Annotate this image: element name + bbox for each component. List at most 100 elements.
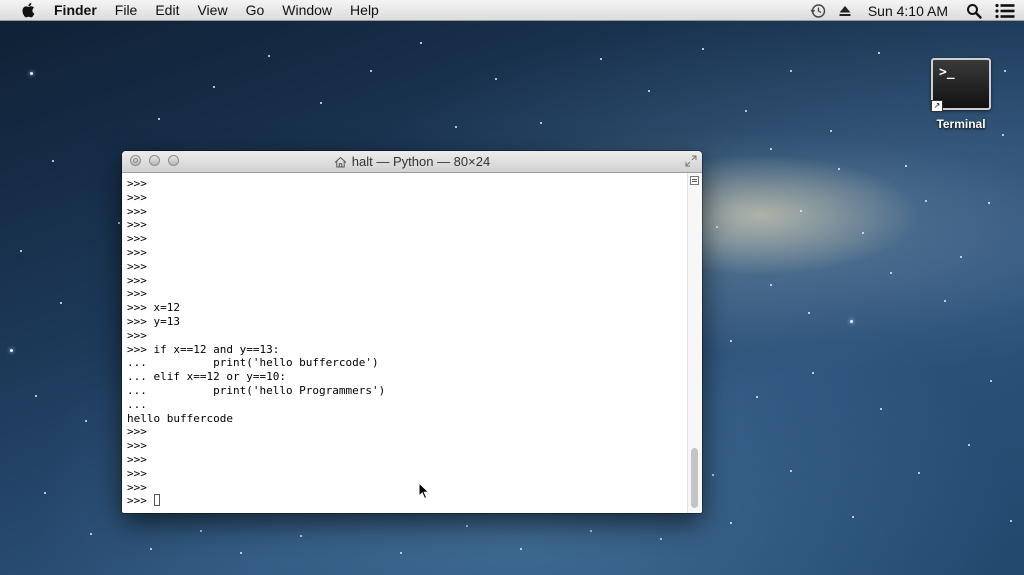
home-folder-icon [334,156,347,167]
terminal-line: >>> [127,425,147,439]
terminal-prompt: >>> [127,494,154,508]
star [648,90,650,92]
star [790,470,792,472]
star [988,202,990,204]
star [300,535,302,537]
terminal-line: >>> [127,328,147,342]
terminal-line: ... print('hello buffercode') [127,356,379,370]
terminal-line: >>> [127,218,147,232]
menu-go[interactable]: Go [246,0,265,21]
terminal-input-line[interactable]: >>> [127,494,688,508]
star [20,250,22,252]
minimize-button[interactable] [149,155,160,166]
star [590,530,592,532]
scrollbar-thumb[interactable] [691,448,698,508]
star [790,70,792,72]
menu-file[interactable]: File [115,0,138,21]
terminal-line: >>> [127,177,147,190]
star [200,530,202,532]
terminal-line: >>> [127,466,147,480]
star [730,522,732,524]
star [862,232,864,234]
menu-edit[interactable]: Edit [155,0,179,21]
star [660,538,662,540]
star [756,396,758,398]
window-title-text: halt — Python — 80×24 [351,154,491,169]
star [800,210,802,212]
terminal-window: halt — Python — 80×24 >>> >>> >>> >>> >>> >>>… [122,151,702,513]
split-pane-icon[interactable] [690,176,699,185]
star [770,284,772,286]
mouse-cursor-icon [418,482,430,500]
star [918,472,920,474]
terminal-prompt-glyph: >_ [939,65,955,80]
close-button[interactable] [130,155,141,166]
star [878,52,880,54]
terminal-output[interactable]: >>> >>> >>> >>> >>> >>> >>> >>> >>> >>> x=12 >>> y… [122,173,688,513]
terminal-line: ... [127,397,147,411]
vertical-scrollbar[interactable] [687,173,702,513]
eject-icon[interactable] [838,4,852,18]
star [730,340,732,342]
star [1004,70,1006,72]
terminal-line: >>> [127,190,147,204]
star [540,122,542,124]
spotlight-search-icon[interactable] [966,3,982,19]
star [770,148,772,150]
terminal-line: >>> [127,232,147,246]
terminal-line: >>> x=12 [127,301,180,315]
terminal-line: >>> [127,245,147,259]
star [852,516,854,518]
star [960,256,962,258]
alias-arrow-icon: ↗ [931,100,943,112]
star [712,474,714,476]
terminal-line: ... print('hello Programmers') [127,383,386,397]
star [240,552,242,554]
star [10,349,13,352]
star [745,110,747,112]
desktop-icon-label: Terminal [936,117,986,131]
star [808,312,810,314]
star [44,492,46,494]
star [30,72,33,75]
star [600,58,602,60]
star [455,126,457,128]
menu-help[interactable]: Help [350,0,379,21]
terminal-line: >>> [127,204,147,218]
star [60,302,62,304]
terminal-line: >>> y=13 [127,314,180,328]
star [944,300,946,302]
star [370,70,372,72]
desktop-icon-terminal[interactable]: >_ ↗ Terminal [926,58,996,131]
star [1002,134,1004,136]
star [990,380,992,382]
notification-center-icon[interactable] [994,3,1016,19]
star [158,118,160,120]
star [85,420,87,422]
star [905,165,907,167]
star [520,548,522,550]
star [35,395,37,397]
menu-app-name[interactable]: Finder [54,0,97,21]
apple-icon[interactable] [20,1,38,19]
terminal-line: >>> [127,287,147,301]
fullscreen-icon[interactable] [685,155,697,167]
star [466,525,468,527]
window-titlebar[interactable]: halt — Python — 80×24 [122,151,702,173]
star [850,320,853,323]
zoom-button[interactable] [168,155,179,166]
terminal-line: >>> if x==12 and y==13: [127,342,280,356]
menu-view[interactable]: View [197,0,227,21]
menu-window[interactable]: Window [282,0,332,21]
terminal-line: >>> [127,273,147,287]
star [812,372,814,374]
terminal-line: ... elif x==12 or y==10: [127,370,286,384]
time-machine-icon[interactable] [810,3,826,19]
star [420,42,422,44]
menu-clock[interactable]: Sun 4:10 AM [868,3,948,19]
terminal-line: >>> [127,439,147,453]
star [880,408,882,410]
star [400,552,402,554]
star [118,222,120,224]
star [890,272,892,274]
